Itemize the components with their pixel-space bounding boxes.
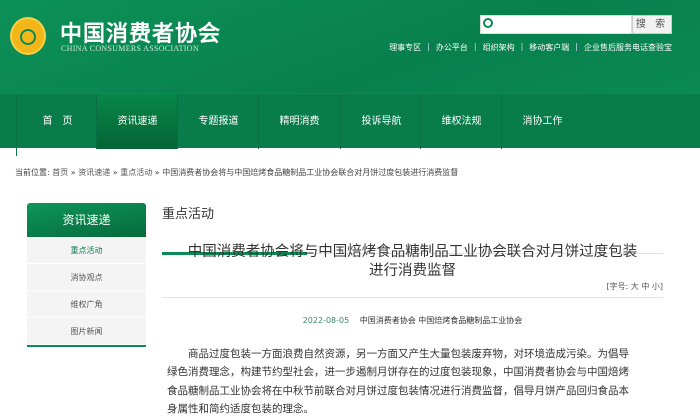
search-input[interactable] — [480, 15, 632, 34]
sidebar-item-key-activities[interactable]: 重点活动 — [27, 237, 146, 264]
main-nav: 首 页 资讯速递 专题报道 精明消费 投诉导航 维权法规 消协工作 — [0, 93, 700, 149]
nav-home[interactable]: 首 页 — [16, 94, 98, 149]
section-title: 重点活动 — [162, 207, 215, 222]
link-office[interactable]: 办公平台 — [436, 42, 468, 53]
font-size-control: [字号: 大 中 小] — [606, 281, 663, 292]
article-title-line-1: 中国消费者协会将与中国焙烤食品糖制品工业协会联合对月饼过度包装 — [187, 244, 638, 260]
article-title: 中国消费者协会将与中国焙烤食品糖制品工业协会联合对月饼过度包装 进行消费监督 — [162, 243, 663, 281]
search-icon — [483, 18, 493, 28]
article-source: 中国消费者协会 中国焙烤食品糖制品工业协会 — [359, 316, 523, 325]
nav-law[interactable]: 维权法规 — [420, 94, 502, 149]
font-size-label: [字号: — [606, 282, 629, 291]
top-links: 理事专区 | 办公平台 | 组织架构 | 移动客户端 | 企业售后服务电话查验宝 — [389, 42, 672, 53]
search-box: 搜 索 — [480, 15, 672, 34]
link-council[interactable]: 理事专区 — [389, 42, 421, 53]
font-size-medium[interactable]: 中 — [641, 282, 649, 291]
nav-news[interactable]: 资讯速递 — [96, 94, 178, 149]
divider — [162, 297, 663, 298]
link-service-phone[interactable]: 企业售后服务电话查验宝 — [584, 42, 672, 53]
article-meta: 2022-08-05 中国消费者协会 中国焙烤食品糖制品工业协会 — [162, 315, 663, 326]
sidebar-item-rights[interactable]: 维权广角 — [27, 291, 146, 318]
article-title-line-2: 进行消费监督 — [369, 263, 456, 279]
breadcrumb-news[interactable]: 资讯速递 — [78, 168, 110, 177]
font-size-small[interactable]: 小] — [652, 282, 663, 291]
search-button[interactable]: 搜 索 — [632, 15, 672, 34]
link-mobile[interactable]: 移动客户端 — [529, 42, 569, 53]
link-organization[interactable]: 组织架构 — [483, 42, 515, 53]
breadcrumb-home[interactable]: 首页 — [52, 168, 68, 177]
breadcrumb-activities[interactable]: 重点活动 — [120, 168, 152, 177]
breadcrumb-label: 当前位置: — [15, 168, 50, 177]
article-date: 2022-08-05 — [302, 316, 350, 325]
font-size-large[interactable]: 大 — [631, 282, 639, 291]
article-body: 商品过度包装一方面浪费自然资源，另一方面又产生大量包装废弃物，对环境造成污染。为… — [167, 348, 629, 415]
breadcrumb-current: 中国消费者协会将与中国焙烤食品糖制品工业协会联合对月饼过度包装进行消费监督 — [162, 168, 459, 177]
divider — [16, 148, 17, 156]
nav-complaint[interactable]: 投诉导航 — [340, 94, 422, 149]
sidebar-item-views[interactable]: 消协观点 — [27, 264, 146, 291]
breadcrumb: 当前位置: 首页 » 资讯速递 » 重点活动 » 中国消费者协会将与中国焙烤食品… — [15, 168, 459, 177]
sidebar-title: 资讯速递 — [27, 203, 146, 237]
nav-work[interactable]: 消协工作 — [501, 94, 583, 149]
sidebar: 资讯速递 重点活动 消协观点 维权广角 图片新闻 — [27, 203, 146, 347]
site-header: 中国消费者协会 CHINA CONSUMERS ASSOCIATION 搜 索 … — [0, 0, 700, 93]
cca-315-logo-icon[interactable] — [10, 17, 46, 55]
nav-special[interactable]: 专题报道 — [177, 94, 259, 149]
sidebar-item-photo-news[interactable]: 图片新闻 — [27, 318, 146, 345]
nav-smart-consumption[interactable]: 精明消费 — [258, 94, 340, 149]
site-logo-subtitle: CHINA CONSUMERS ASSOCIATION — [61, 44, 199, 53]
sidebar-bottom-line — [27, 345, 146, 347]
